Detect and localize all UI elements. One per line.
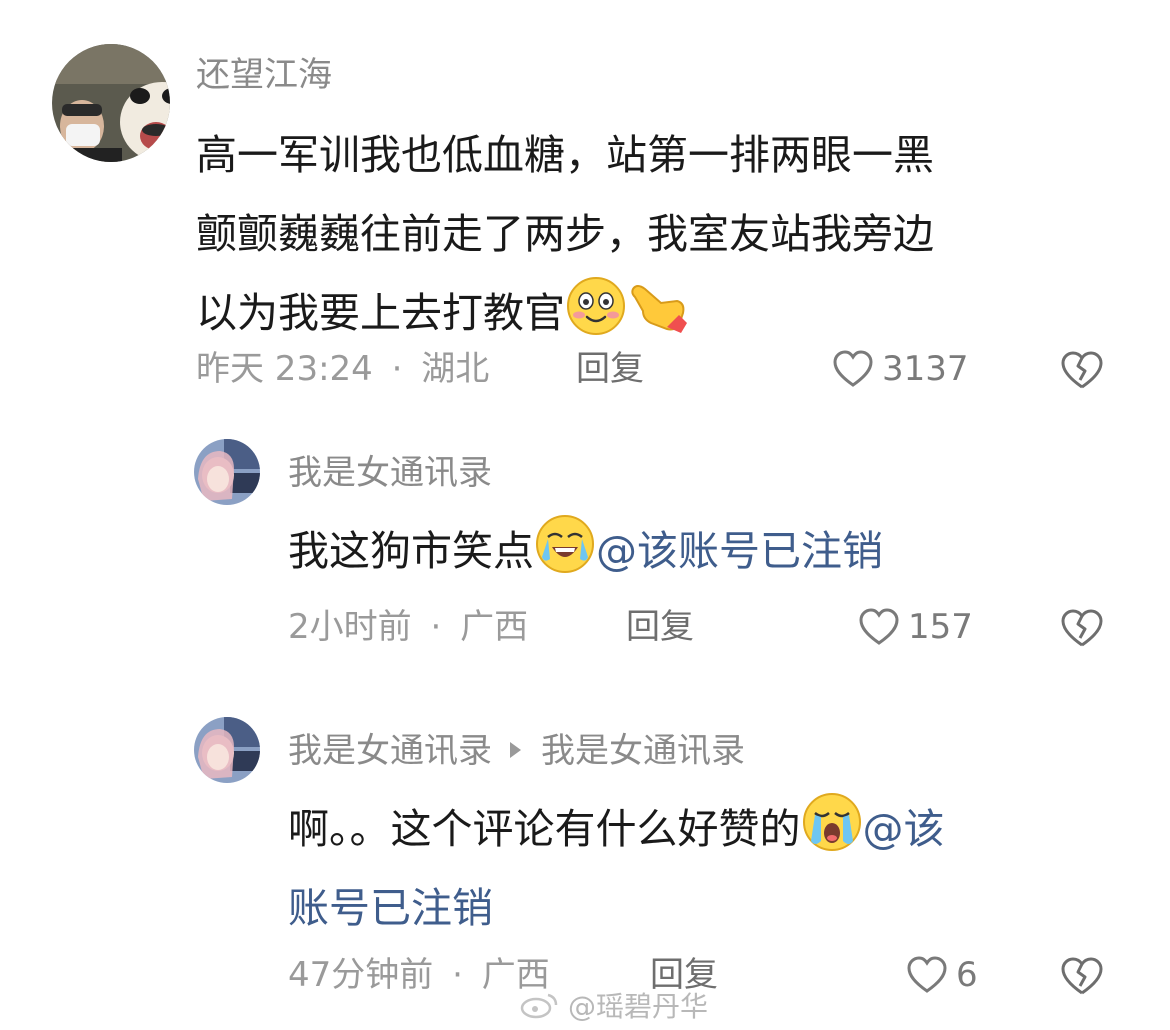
like-button[interactable]: 3137 (832, 350, 969, 388)
timestamp: 47分钟前 (288, 955, 434, 995)
reply-arrow-icon (510, 741, 521, 758)
avatar[interactable] (194, 717, 260, 783)
avatar-image (194, 439, 260, 505)
heart-icon (859, 608, 899, 645)
heart-icon (833, 350, 873, 387)
watermark: @瑶碧丹华 (520, 985, 708, 1025)
comment-meta: 2小时前 · 广西 (288, 610, 528, 644)
comment-text-content: 啊。。这个评论有什么好赞的 (288, 805, 801, 853)
crying-face-emoji (801, 791, 863, 853)
dislike-button[interactable] (1060, 350, 1104, 390)
username[interactable]: 我是女通讯录 (288, 731, 492, 771)
like-count: 157 (908, 607, 973, 647)
broken-heart-icon (1061, 351, 1103, 389)
like-count: 6 (956, 955, 978, 995)
reply-header: 我是女通讯录 我是女通讯录 (288, 734, 745, 768)
separator: · (430, 607, 442, 647)
avatar[interactable] (52, 44, 170, 162)
comment-text: 高一军训我也低血糖，站第一排两眼一黑 颤颤巍巍往前走了两步，我室友站我旁边 以为… (196, 116, 1136, 353)
comment-text-line: 以为我要上去打教官 (196, 274, 1136, 353)
avatar[interactable] (194, 439, 260, 505)
broken-heart-icon (1061, 957, 1103, 995)
username[interactable]: 我是女通讯录 (288, 456, 492, 490)
separator: · (452, 955, 463, 995)
comment-text-line: 啊。。这个评论有什么好赞的 @该 (288, 790, 1148, 869)
comment-text-content: 我这狗市笑点 (288, 527, 534, 575)
mention-link[interactable]: @该账号已注销 (596, 527, 883, 575)
dislike-button[interactable] (1060, 608, 1104, 648)
like-count: 3137 (882, 349, 969, 389)
dislike-button[interactable] (1060, 956, 1104, 996)
location: 湖北 (421, 349, 490, 389)
crying-laughing-emoji (534, 513, 596, 575)
comment-text-line: 颤颤巍巍往前走了两步，我室友站我旁边 (196, 210, 934, 258)
location: 广西 (460, 607, 529, 647)
username[interactable]: 还望江海 (196, 58, 332, 92)
blushing-face-emoji (565, 275, 627, 337)
comment-text: 我这狗市笑点 @该账号已注销 (288, 512, 1148, 591)
comment-meta: 昨天 23:24 · 湖北 (196, 352, 489, 386)
avatar-image (194, 717, 260, 783)
avatar-image (52, 44, 170, 162)
timestamp: 昨天 23:24 (196, 349, 373, 389)
pointing-hand-emoji (627, 275, 689, 337)
heart-icon (907, 956, 947, 993)
reply-button[interactable]: 回复 (576, 352, 644, 386)
comment-text-line-content: 以为我要上去打教官 (196, 289, 565, 337)
watermark-text: @瑶碧丹华 (568, 990, 709, 1023)
comment-text: 啊。。这个评论有什么好赞的 @该 账号已注销 (288, 790, 1148, 948)
separator: · (391, 349, 403, 389)
like-button[interactable]: 6 (906, 956, 978, 994)
like-button[interactable]: 157 (858, 608, 973, 646)
broken-heart-icon (1061, 609, 1103, 647)
mention-link[interactable]: 账号已注销 (288, 884, 493, 932)
mention-link[interactable]: @该 (863, 805, 945, 853)
weibo-logo-icon (520, 993, 558, 1019)
comment-meta: 47分钟前 · 广西 (288, 958, 550, 992)
reply-to-username[interactable]: 我是女通讯录 (541, 731, 745, 771)
timestamp: 2小时前 (288, 607, 412, 647)
reply-button[interactable]: 回复 (626, 610, 694, 644)
comment-text-line: 账号已注销 (288, 869, 1148, 948)
comment-text-line: 高一军训我也低血糖，站第一排两眼一黑 (196, 131, 934, 179)
